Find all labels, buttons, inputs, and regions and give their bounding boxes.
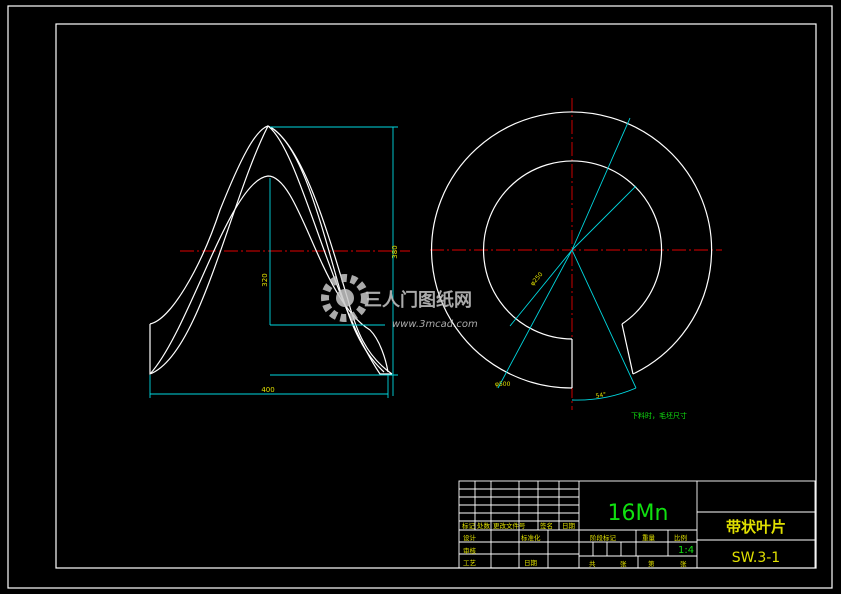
tb-stage-mark-label: 阶段标记 bbox=[590, 533, 617, 542]
tb-sheet-label: 张 bbox=[620, 559, 627, 568]
watermark: 三人门图纸网 www.3mcad.com bbox=[321, 274, 478, 330]
blade-inner-profile bbox=[149, 175, 389, 375]
cad-drawing-canvas: 400 380 320 φ250 φ500 54° 下料时，毛坯尺寸 三人门图纸… bbox=[7, 5, 833, 589]
tb-part-name: 带状叶片 bbox=[726, 518, 786, 536]
tb-mark-label: 标记 bbox=[462, 521, 476, 530]
outer-dia-leader bbox=[497, 249, 573, 389]
blade-outer-profile bbox=[149, 125, 392, 375]
width-dim-label: 400 bbox=[261, 386, 274, 394]
watermark-brand: 三人门图纸网 bbox=[364, 289, 472, 311]
tb-scale-value: 1:4 bbox=[678, 545, 694, 556]
tb-signature-label: 签名 bbox=[540, 521, 553, 530]
inner-height-dim-label: 320 bbox=[261, 273, 269, 286]
inner-radius-ray bbox=[571, 185, 637, 251]
blade-top-left-edge bbox=[149, 125, 269, 325]
tb-weight-label: 重量 bbox=[642, 534, 656, 542]
blade-side-view: 400 380 320 bbox=[149, 125, 410, 398]
right-height-dim-label: 380 bbox=[391, 245, 399, 258]
gear-hub-icon bbox=[336, 289, 354, 307]
tb-standardize-label: 标准化 bbox=[521, 533, 541, 542]
tb-approve-date-label: 日期 bbox=[524, 559, 538, 567]
tb-checker-label: 审核 bbox=[463, 546, 477, 555]
tb-count-label: 处数 bbox=[477, 521, 491, 530]
tb-change-doc-label: 更改文件号 bbox=[493, 521, 526, 530]
tb-scale-label: 比例 bbox=[674, 533, 687, 542]
title-block: 标记 处数 更改文件号 签名 日期 标准化 设计 审核 工艺 日期 阶段标记 重… bbox=[458, 480, 816, 569]
angle-label: 54° bbox=[595, 391, 607, 400]
blank-notch-right-edge bbox=[621, 323, 634, 375]
outer-radius-ray bbox=[571, 117, 631, 251]
blade-blank-view: φ250 φ500 54° 下料时，毛坯尺寸 bbox=[430, 98, 722, 420]
tb-material: 16Mn bbox=[608, 501, 669, 526]
tb-page-label: 张 bbox=[680, 559, 687, 568]
tb-designer-label: 设计 bbox=[463, 533, 477, 542]
outer-dia-label: φ500 bbox=[495, 381, 511, 388]
inner-dia-leader bbox=[509, 249, 573, 327]
tb-process-label: 工艺 bbox=[463, 559, 477, 567]
watermark-url: www.3mcad.com bbox=[392, 319, 478, 330]
blank-note: 下料时，毛坯尺寸 bbox=[631, 411, 687, 420]
tb-total-label: 共 bbox=[589, 559, 596, 568]
inner-dia-label: φ250 bbox=[529, 271, 544, 287]
tb-drawing-no: SW.3-1 bbox=[732, 550, 780, 566]
blade-rear-edge bbox=[267, 125, 385, 373]
tb-date-col-label: 日期 bbox=[562, 522, 576, 530]
angle-ray bbox=[571, 249, 637, 389]
tb-nth-label: 第 bbox=[648, 559, 655, 568]
